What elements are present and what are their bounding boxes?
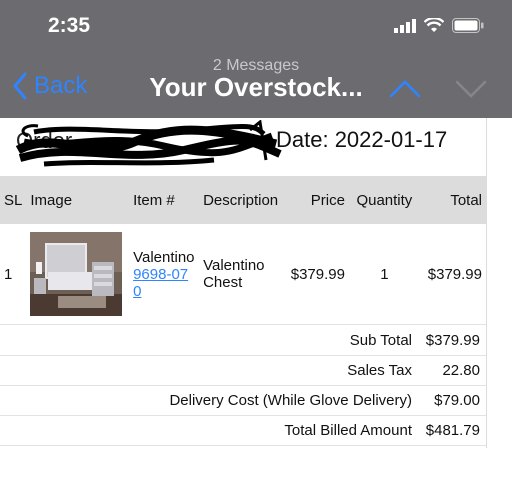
chevron-up-icon	[389, 80, 421, 98]
sales-tax-value: 22.80	[442, 362, 480, 379]
cell-price: $379.99	[285, 224, 349, 325]
sub-total-value: $379.99	[425, 332, 480, 349]
cell-total: $379.99	[419, 224, 486, 325]
column-header-image: Image	[26, 176, 130, 224]
next-message-button[interactable]	[454, 76, 488, 105]
total-billed-value: $481.79	[425, 422, 480, 439]
wifi-icon	[424, 18, 444, 32]
cell-item-number: Valentino 9698-070	[129, 224, 200, 325]
cell-image	[26, 224, 130, 325]
column-header-total: Total	[419, 176, 486, 224]
cell-quantity: 1	[348, 224, 420, 325]
order-header: Order Date: 2022-01-17	[0, 118, 486, 176]
summary-row-total-billed: Total Billed Amount $481.79	[0, 416, 486, 446]
delivery-value: $79.00	[434, 392, 480, 409]
bedroom-set-photo-icon[interactable]	[30, 232, 123, 316]
table-header-row: SL Image Item # Description Price Quanti…	[0, 176, 486, 224]
table-row: 1 Valentino 9698-070 Valentino Chest $37…	[0, 224, 486, 325]
summary-row-delivery: Delivery Cost (While Glove Delivery) $79…	[0, 386, 486, 416]
column-header-quantity: Quantity	[348, 176, 420, 224]
mail-header-bar: 2:35 2 Messages Back Your Overstock...	[0, 0, 512, 118]
order-document: Order Date: 2022-01-17 SL Image Item # D…	[0, 118, 487, 448]
cellular-signal-icon	[394, 18, 416, 33]
total-billed-label: Total Billed Amount	[284, 422, 412, 439]
column-header-price: Price	[285, 176, 349, 224]
summary-row-sub-total: Sub Total $379.99	[0, 326, 486, 356]
status-time: 2:35	[48, 14, 91, 37]
status-icons	[394, 18, 484, 33]
chevron-left-icon	[13, 72, 27, 100]
redaction-scribble	[15, 120, 282, 167]
chevron-down-icon	[455, 80, 487, 98]
back-label: Back	[34, 72, 88, 99]
delivery-label: Delivery Cost (While Glove Delivery)	[169, 392, 412, 409]
previous-message-button[interactable]	[388, 76, 422, 105]
cell-sl: 1	[0, 224, 27, 325]
item-name: Valentino	[133, 248, 195, 266]
battery-icon	[452, 18, 484, 33]
column-header-item-number: Item #	[129, 176, 200, 224]
order-date: Date: 2022-01-17	[276, 127, 448, 152]
cell-description: Valentino Chest	[199, 224, 286, 325]
item-number-link[interactable]: 9698-070	[133, 266, 195, 300]
column-header-description: Description	[199, 176, 286, 224]
column-header-sl: SL	[0, 176, 27, 224]
order-summary: Sub Total $379.99 Sales Tax 22.80 Delive…	[0, 326, 486, 446]
sales-tax-label: Sales Tax	[347, 362, 412, 379]
order-items-table: SL Image Item # Description Price Quanti…	[0, 176, 486, 325]
summary-row-sales-tax: Sales Tax 22.80	[0, 356, 486, 386]
back-button[interactable]: Back	[12, 72, 87, 100]
sub-total-label: Sub Total	[349, 332, 412, 349]
